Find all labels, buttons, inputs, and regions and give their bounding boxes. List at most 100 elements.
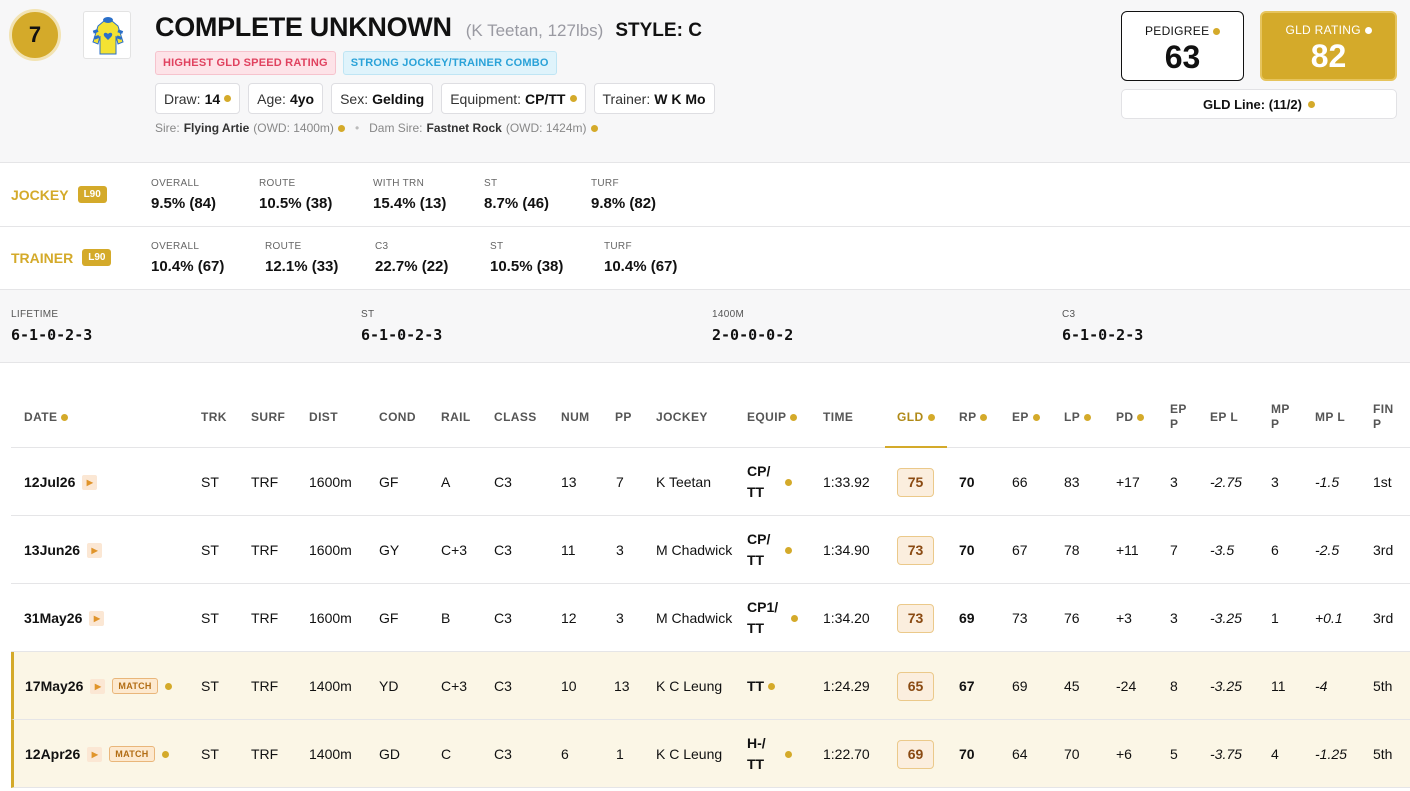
- info-dot-icon[interactable]: [337, 124, 345, 132]
- cell-mp-p: 3: [1271, 474, 1279, 490]
- info-dot-icon[interactable]: [785, 750, 792, 758]
- summary-value: 6-1-0-2-3: [11, 326, 93, 344]
- info-dot-icon[interactable]: [980, 414, 988, 421]
- info-dot-icon[interactable]: [768, 682, 776, 690]
- col-jockey[interactable]: JOCKEY: [656, 410, 708, 425]
- info-dot-icon[interactable]: [791, 614, 798, 622]
- summary-label: LIFETIME: [11, 309, 59, 320]
- badge-jockey-trainer: STRONG JOCKEY/TRAINER COMBO: [342, 51, 557, 75]
- table-row-match[interactable]: 12Apr26 ▶ MATCH ST TRF 1400m GD C C3 6 1 K…: [11, 720, 1410, 788]
- cell-jockey: K C Leung: [656, 745, 723, 762]
- stat-label: ST: [484, 178, 498, 189]
- cell-gld: 69: [897, 720, 934, 788]
- info-dot-icon[interactable]: [1137, 414, 1145, 421]
- col-pd[interactable]: PD: [1116, 410, 1145, 425]
- table-row[interactable]: 12Jul26 ▶ ST TRF 1600m GF A C3 13 7 K Tee…: [11, 448, 1410, 516]
- running-style: STYLE: C: [615, 20, 702, 41]
- cell-rail: C: [441, 746, 452, 762]
- info-dot-icon[interactable]: [927, 414, 935, 421]
- col-trk[interactable]: TRK: [201, 410, 227, 425]
- info-dot-icon[interactable]: [785, 478, 792, 486]
- col-ep[interactable]: EP: [1012, 410, 1040, 425]
- stat-label: OVERALL: [151, 178, 200, 189]
- cell-lp: 70: [1064, 746, 1080, 762]
- cell-ep-p: 3: [1170, 610, 1178, 626]
- cell-date: 12Jul26 ▶: [24, 448, 98, 516]
- cell-rail: A: [441, 474, 451, 490]
- col-ep-p[interactable]: EP P: [1170, 402, 1187, 432]
- play-replay-icon[interactable]: ▶: [87, 542, 103, 558]
- col-surf[interactable]: SURF: [251, 410, 285, 425]
- col-equip[interactable]: EQUIP: [747, 410, 798, 425]
- play-replay-icon[interactable]: ▶: [87, 746, 103, 762]
- chip-trainer[interactable]: Trainer: W K Mo: [593, 83, 715, 114]
- play-replay-icon[interactable]: ▶: [82, 474, 98, 490]
- col-time[interactable]: TIME: [823, 410, 853, 425]
- col-pp[interactable]: PP: [615, 410, 632, 425]
- cell-date: 17May26 ▶ MATCH: [25, 652, 172, 720]
- info-dot-icon[interactable]: [790, 414, 798, 421]
- cell-ep-l: -3.5: [1210, 542, 1235, 558]
- col-cond[interactable]: COND: [379, 410, 416, 425]
- cell-num: 12: [561, 610, 577, 626]
- play-replay-icon[interactable]: ▶: [89, 610, 105, 626]
- col-num[interactable]: NUM: [561, 410, 590, 425]
- play-replay-icon[interactable]: ▶: [90, 678, 106, 694]
- match-badge: MATCH: [109, 746, 155, 762]
- chip-age[interactable]: Age: 4yo: [248, 83, 324, 114]
- col-rp[interactable]: RP: [959, 410, 988, 425]
- pedigree-label-text: PEDIGREE: [1144, 24, 1210, 38]
- cell-surf: TRF: [251, 474, 279, 490]
- col-date[interactable]: DATE: [24, 410, 69, 425]
- summary-label: 1400M: [712, 309, 745, 320]
- col-dist[interactable]: DIST: [309, 410, 338, 425]
- pedigree-card[interactable]: PEDIGREE 63: [1121, 11, 1244, 81]
- info-dot-icon[interactable]: [1364, 27, 1372, 35]
- info-dot-icon[interactable]: [785, 546, 792, 554]
- info-dot-icon[interactable]: [590, 124, 598, 132]
- col-lp[interactable]: LP: [1064, 410, 1092, 425]
- gld-line[interactable]: GLD Line: (11/2): [1121, 89, 1397, 119]
- col-mp-l[interactable]: MP L: [1315, 410, 1345, 425]
- trainer-stat-overall: OVERALL 10.4% (67): [151, 241, 224, 275]
- col-label: FIN: [1373, 402, 1394, 416]
- table-row[interactable]: 13Jun26 ▶ ST TRF 1600m GY C+3 C3 11 3 M C…: [11, 516, 1410, 584]
- trainer-stat-route: ROUTE 12.1% (33): [265, 241, 338, 275]
- cell-gld: 73: [897, 516, 934, 584]
- chip-draw[interactable]: Draw: 14: [155, 83, 241, 114]
- chip-equipment[interactable]: Equipment: CP/TT: [441, 83, 586, 114]
- cell-rail: B: [441, 610, 451, 626]
- jockey-stat-route: ROUTE 10.5% (38): [259, 178, 332, 212]
- cell-time: 1:33.92: [823, 474, 870, 490]
- info-dot-icon[interactable]: [161, 750, 169, 758]
- stat-value: 22.7% (22): [375, 258, 449, 275]
- gld-rating-card[interactable]: GLD RATING 82: [1260, 11, 1397, 81]
- table-row[interactable]: 31May26 ▶ ST TRF 1600m GF B C3 12 3 M Cha…: [11, 584, 1410, 652]
- info-dot-icon[interactable]: [1307, 100, 1315, 108]
- col-fin-p[interactable]: FIN P: [1373, 402, 1394, 432]
- cell-date: 13Jun26 ▶: [24, 516, 103, 584]
- col-rail[interactable]: RAIL: [441, 410, 471, 425]
- cell-pp: 3: [616, 542, 624, 558]
- info-dot-icon[interactable]: [1213, 28, 1221, 36]
- col-class[interactable]: CLASS: [494, 410, 537, 425]
- info-dot-icon[interactable]: [1084, 414, 1092, 421]
- cell-pd: +11: [1116, 542, 1139, 558]
- table-row-match[interactable]: 17May26 ▶ MATCH ST TRF 1400m YD C+3 C3 10 …: [11, 652, 1410, 720]
- cell-equip: CP/ TT: [747, 448, 792, 516]
- col-gld[interactable]: GLD: [897, 410, 935, 425]
- jockey-weight: (K Teetan, 127lbs): [465, 21, 604, 40]
- cell-cond: YD: [379, 678, 399, 694]
- equip-text: CP/ TT: [747, 463, 771, 500]
- info-dot-icon[interactable]: [224, 95, 232, 102]
- info-dot-icon[interactable]: [164, 682, 172, 690]
- info-dot-icon[interactable]: [569, 95, 577, 102]
- col-ep-l[interactable]: EP L: [1210, 410, 1238, 425]
- info-dot-icon[interactable]: [1032, 414, 1040, 421]
- info-dot-icon[interactable]: [61, 414, 69, 421]
- date-text: 31May26: [24, 610, 83, 626]
- chip-sex[interactable]: Sex: Gelding: [331, 83, 434, 114]
- col-mp-p[interactable]: MP P: [1271, 402, 1290, 432]
- cell-ep-l: -3.25: [1210, 678, 1242, 694]
- cell-pd: +17: [1116, 474, 1140, 490]
